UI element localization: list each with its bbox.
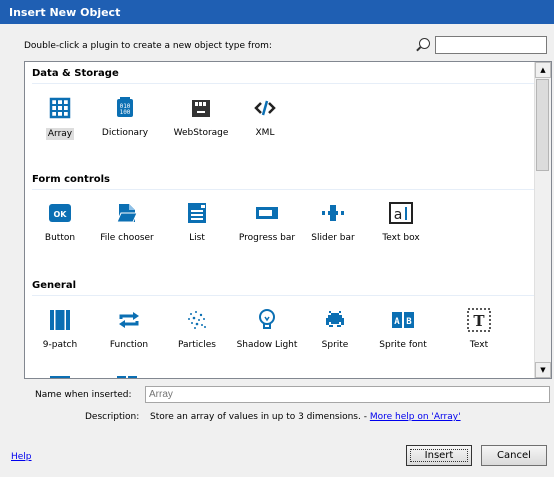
svg-text:B: B xyxy=(406,317,412,327)
section-title-general: General xyxy=(32,280,76,291)
cancel-button[interactable]: Cancel xyxy=(481,445,547,466)
search-icon xyxy=(419,38,430,49)
plugin-item-webstorage[interactable]: WebStorage xyxy=(169,96,233,138)
more-help-link[interactable]: More help on 'Array' xyxy=(370,412,461,422)
description-body: Store an array of values in up to 3 dime… xyxy=(150,412,370,422)
description-label: Description: xyxy=(85,412,140,422)
scroll-up-arrow-icon[interactable]: ▲ xyxy=(535,62,551,78)
svg-text:a: a xyxy=(394,207,403,223)
insert-object-dialog: Insert New Object Double-click a plugin … xyxy=(0,0,554,477)
plugin-item-text-box[interactable]: a Text box xyxy=(369,201,433,243)
plugin-label: Button xyxy=(44,233,76,243)
plugin-icon xyxy=(115,374,139,378)
plugin-list-panel: Data & Storage Array 010 100 Dictionary … xyxy=(24,61,552,379)
array-icon xyxy=(48,96,72,120)
plugin-label: Particles xyxy=(178,340,216,350)
section-divider xyxy=(32,83,538,84)
text-box-icon: a xyxy=(389,201,413,225)
plugin-item-sprite-font[interactable]: A B Sprite font xyxy=(371,308,435,350)
search-input[interactable] xyxy=(435,36,547,54)
plugin-label: 9-patch xyxy=(42,340,78,350)
name-when-inserted-input[interactable] xyxy=(145,386,550,403)
slider-bar-icon xyxy=(321,201,345,225)
plugin-label: Text box xyxy=(382,233,420,243)
function-icon xyxy=(117,308,141,332)
plugin-item-shadow-light[interactable]: Shadow Light xyxy=(235,308,299,350)
plugin-item-dictionary[interactable]: 010 100 Dictionary xyxy=(93,96,157,138)
plugin-item-text[interactable]: T Text xyxy=(447,308,511,350)
instruction-text: Double-click a plugin to create a new ob… xyxy=(24,41,272,51)
plugin-item-list[interactable]: List xyxy=(165,201,229,243)
plugin-label: Text xyxy=(469,340,489,350)
name-when-inserted-label: Name when inserted: xyxy=(35,390,132,400)
plugin-item-partial[interactable] xyxy=(95,374,159,378)
plugin-label: Progress bar xyxy=(238,233,296,243)
vertical-scrollbar[interactable]: ▲ ▼ xyxy=(534,62,551,378)
sprite-icon xyxy=(323,308,347,332)
description-text: Store an array of values in up to 3 dime… xyxy=(150,412,461,422)
cancel-button-label: Cancel xyxy=(497,450,531,461)
shadow-light-icon xyxy=(255,308,279,332)
plugin-item-xml[interactable]: XML xyxy=(233,96,297,138)
xml-icon xyxy=(253,96,277,120)
plugin-item-file-chooser[interactable]: File chooser xyxy=(95,201,159,243)
button-icon: OK xyxy=(48,201,72,225)
svg-text:T: T xyxy=(473,312,485,330)
sprite-font-icon: A B xyxy=(391,308,415,332)
scroll-down-arrow-icon[interactable]: ▼ xyxy=(535,362,551,378)
particles-icon xyxy=(185,308,209,332)
plugin-label: File chooser xyxy=(100,233,154,243)
plugin-label: Shadow Light xyxy=(236,340,298,350)
dictionary-icon: 010 100 xyxy=(113,96,137,120)
list-icon xyxy=(185,201,209,225)
title-bar[interactable]: Insert New Object xyxy=(0,0,554,24)
insert-button[interactable]: Insert xyxy=(406,445,472,466)
plugin-label: Function xyxy=(109,340,149,350)
section-title-data-storage: Data & Storage xyxy=(32,68,119,79)
plugin-label: WebStorage xyxy=(173,128,229,138)
nine-patch-icon xyxy=(48,308,72,332)
plugin-item-slider-bar[interactable]: Slider bar xyxy=(301,201,365,243)
focus-ring xyxy=(410,449,468,462)
section-title-form-controls: Form controls xyxy=(32,174,111,185)
section-divider xyxy=(32,189,538,190)
plugin-item-function[interactable]: Function xyxy=(97,308,161,350)
dialog-title: Insert New Object xyxy=(9,6,121,19)
scrollbar-thumb[interactable] xyxy=(536,79,549,171)
name-row: Name when inserted: xyxy=(0,383,554,403)
plugin-label: Array xyxy=(45,128,75,140)
svg-text:OK: OK xyxy=(54,210,68,219)
section-divider xyxy=(32,295,538,296)
plugin-label: XML xyxy=(255,128,275,138)
text-icon: T xyxy=(467,308,491,332)
plugin-label: List xyxy=(189,233,205,243)
svg-text:A: A xyxy=(394,317,400,327)
plugin-item-array[interactable]: Array xyxy=(28,96,92,140)
plugin-label: Sprite xyxy=(321,340,349,350)
file-chooser-icon xyxy=(115,201,139,225)
webstorage-icon xyxy=(189,96,213,120)
progress-bar-icon xyxy=(255,201,279,225)
plugin-item-9-patch[interactable]: 9-patch xyxy=(28,308,92,350)
plugin-item-partial[interactable] xyxy=(28,374,92,378)
plugin-label: Dictionary xyxy=(101,128,149,138)
plugin-item-particles[interactable]: Particles xyxy=(165,308,229,350)
plugin-item-button[interactable]: OK Button xyxy=(28,201,92,243)
plugin-icon xyxy=(48,374,72,378)
help-link[interactable]: Help xyxy=(11,452,32,462)
plugin-item-progress-bar[interactable]: Progress bar xyxy=(235,201,299,243)
plugin-item-sprite[interactable]: Sprite xyxy=(303,308,367,350)
plugin-label: Slider bar xyxy=(311,233,355,243)
svg-text:100: 100 xyxy=(120,109,131,116)
plugin-label: Sprite font xyxy=(379,340,427,350)
